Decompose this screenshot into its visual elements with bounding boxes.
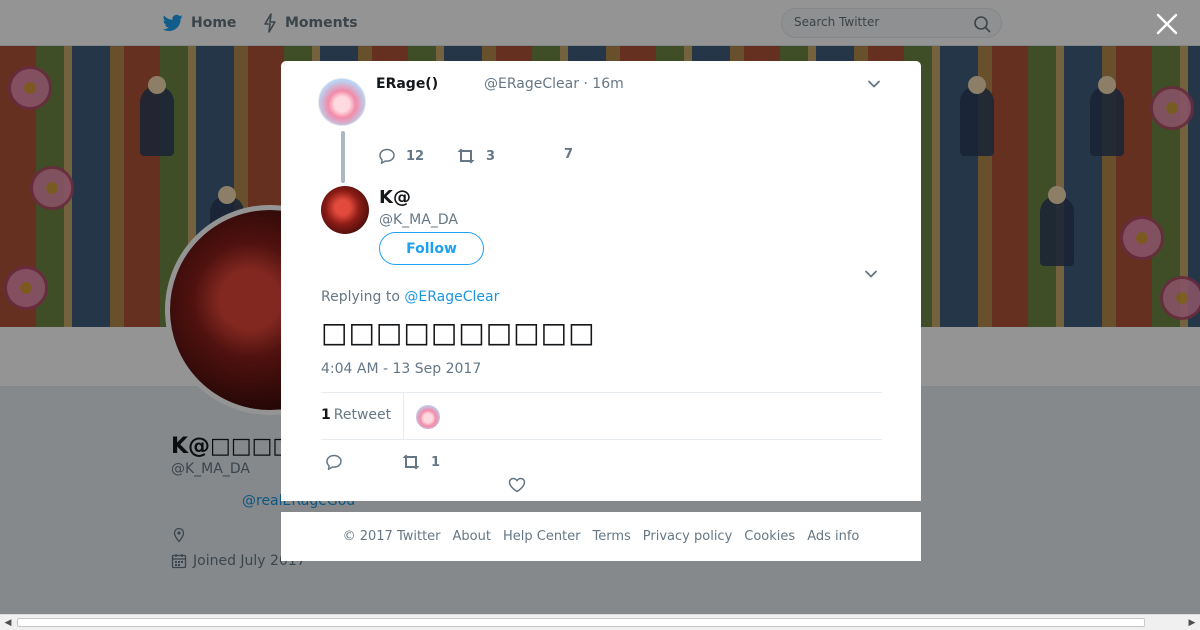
parent-retweet-button[interactable]: 3	[456, 147, 495, 165]
replying-to-label: Replying to	[321, 289, 400, 305]
retweet-icon	[457, 148, 475, 164]
parent-like-button[interactable]: 7	[564, 147, 573, 162]
tweet-author-handle[interactable]: @K_MA_DA	[379, 212, 458, 228]
tweet-stats-bar: 1 Retweet	[321, 392, 882, 440]
like-button[interactable]	[508, 477, 526, 493]
footer-link-privacy[interactable]: Privacy policy	[643, 529, 732, 544]
reply-icon	[379, 148, 395, 164]
retweet-stat[interactable]: 1 Retweet	[321, 407, 391, 423]
heart-icon	[508, 477, 526, 493]
parent-tweet-avatar[interactable]	[318, 78, 366, 126]
footer-link-terms[interactable]: Terms	[593, 529, 631, 544]
tweet-timestamp[interactable]: 4:04 AM - 13 Sep 2017	[321, 361, 481, 377]
tweet-author-name[interactable]: K@	[379, 187, 411, 208]
footer-link-help-center[interactable]: Help Center	[503, 529, 581, 544]
chevron-down-icon[interactable]	[864, 267, 878, 281]
scrollbar-thumb[interactable]	[17, 618, 1145, 627]
scroll-left-icon[interactable]: ◀	[2, 617, 14, 629]
parent-retweet-count: 3	[486, 148, 496, 164]
retweet-stat-count: 1	[321, 407, 331, 423]
parent-reply-count: 12	[406, 148, 425, 164]
chevron-down-icon[interactable]	[867, 77, 881, 91]
conversation-thread-line	[341, 131, 345, 183]
tweet-author-avatar[interactable]	[321, 186, 369, 234]
replying-to-handle-link[interactable]: @ERageClear	[404, 289, 499, 305]
follow-button[interactable]: Follow	[379, 232, 484, 265]
tweet-text: □□□□□□□□□□	[321, 316, 596, 349]
parent-reply-button[interactable]: 12	[378, 147, 424, 165]
tweet-permalink-modal: ERage() @ERageClear · 16m 12 3 7 K@ @K_M…	[281, 61, 921, 501]
footer-link-cookies[interactable]: Cookies	[744, 529, 795, 544]
parent-tweet-actions: 12 3 7	[378, 147, 638, 167]
reply-icon	[326, 454, 342, 470]
retweet-button[interactable]: 1	[401, 453, 440, 471]
footer-link-about[interactable]: About	[453, 529, 491, 544]
replying-to-line: Replying to @ERageClear	[321, 289, 499, 305]
reply-button[interactable]	[325, 453, 343, 471]
footer-copyright: © 2017 Twitter	[342, 529, 441, 544]
tweet-actions: 1	[321, 451, 621, 493]
parent-like-count: 7	[564, 147, 574, 162]
horizontal-scrollbar[interactable]: ◀ ▶	[0, 614, 1200, 630]
modal-footer: © 2017 Twitter About Help Center Terms P…	[281, 512, 921, 561]
retweet-count: 1	[431, 454, 441, 470]
parent-tweet-handle-time[interactable]: @ERageClear · 16m	[484, 76, 624, 92]
parent-tweet-author-name[interactable]: ERage()	[376, 76, 438, 92]
retweet-icon	[402, 454, 420, 470]
retweet-stat-label: Retweet	[333, 407, 392, 423]
retweeter-avatar[interactable]	[416, 405, 440, 429]
close-icon[interactable]	[1154, 11, 1180, 37]
scroll-right-icon[interactable]: ▶	[1186, 617, 1198, 629]
footer-link-ads-info[interactable]: Ads info	[807, 529, 859, 544]
stats-divider	[403, 393, 404, 439]
